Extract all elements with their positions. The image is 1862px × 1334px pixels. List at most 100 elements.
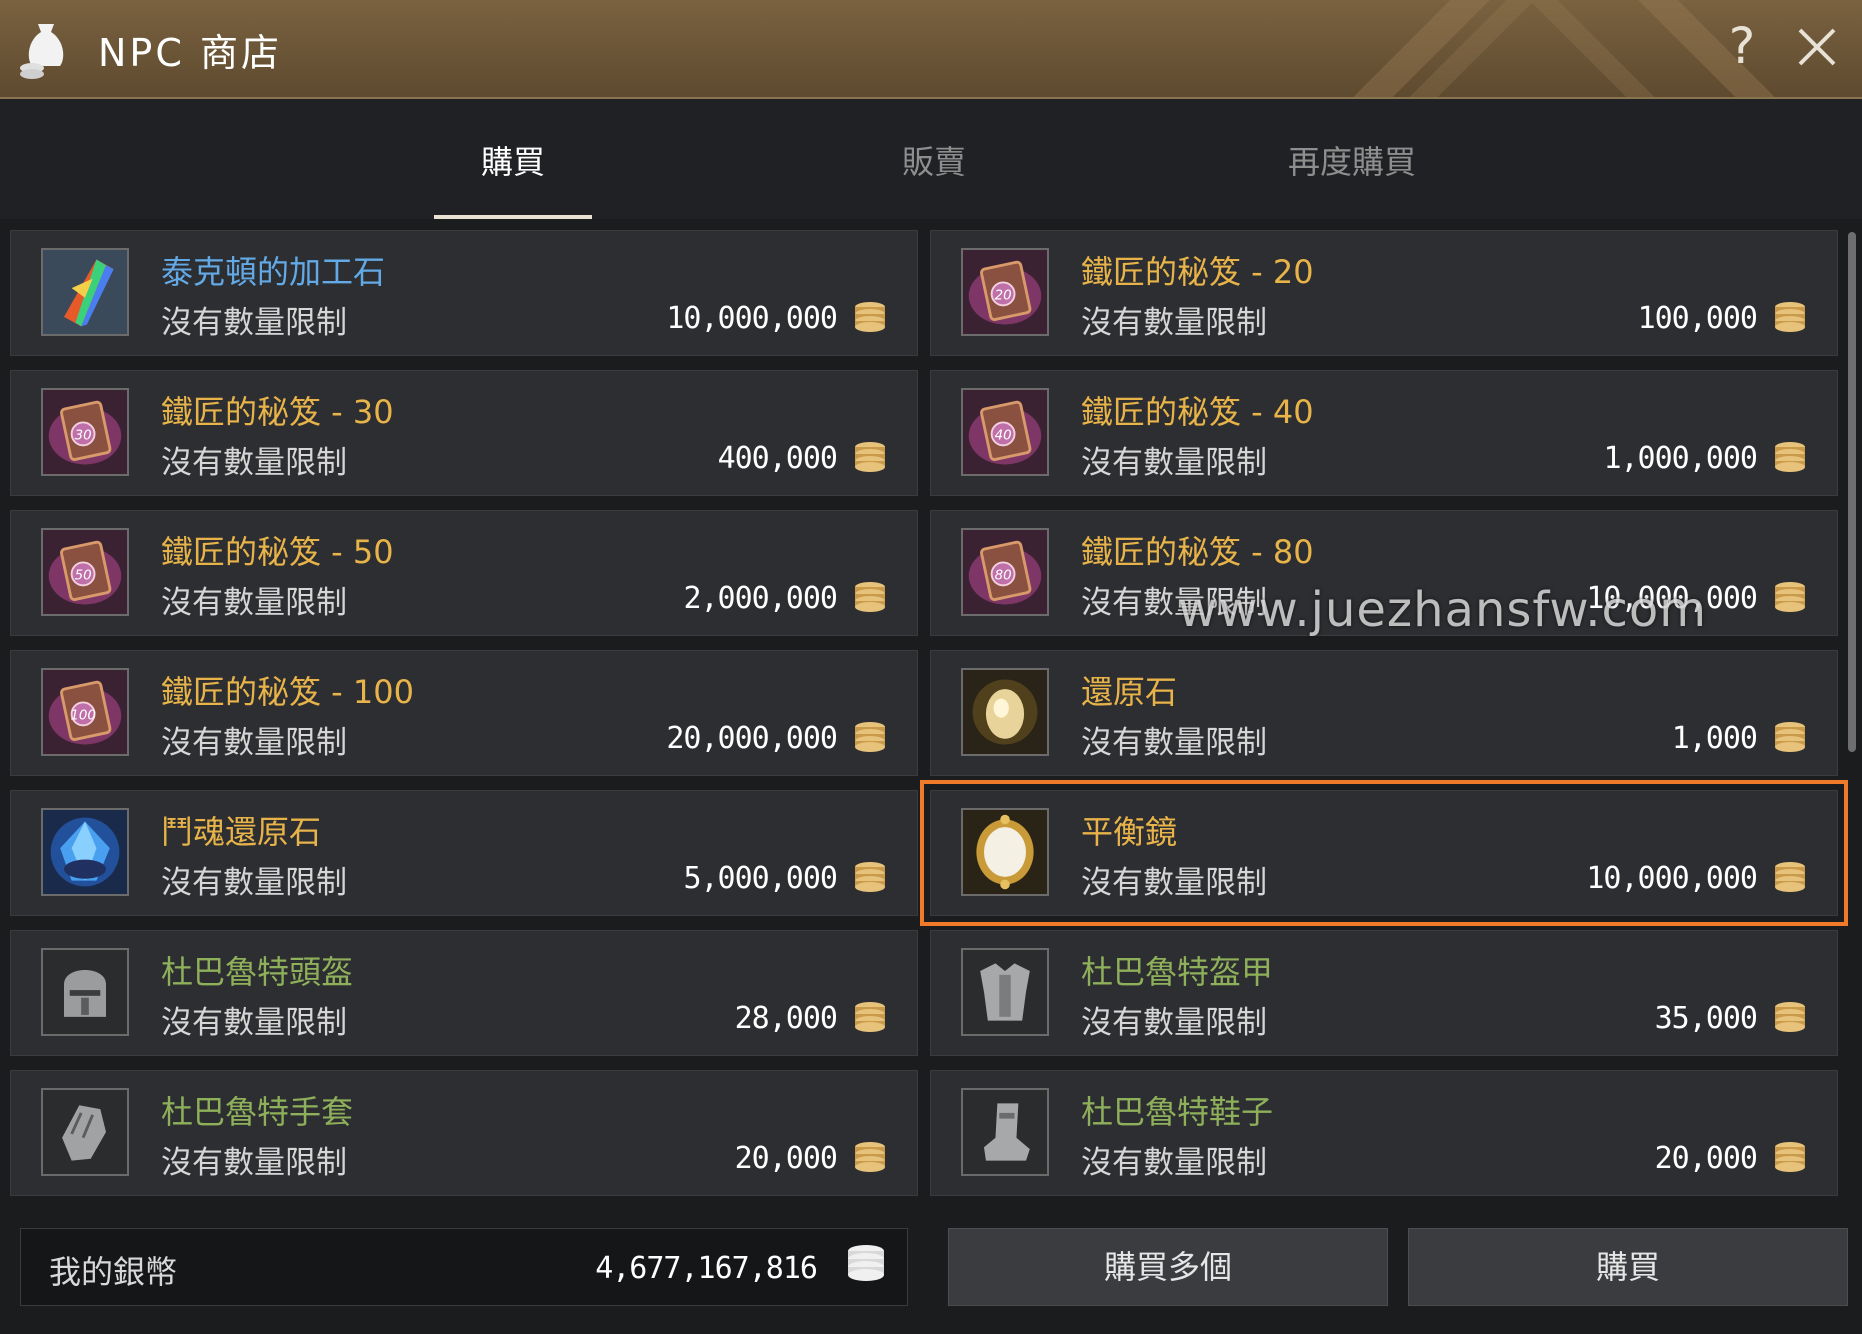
- shop-item[interactable]: 30 鐵匠的秘笈 - 30 沒有數量限制 400,000: [10, 370, 918, 496]
- item-limit: 沒有數量限制: [161, 305, 347, 341]
- item-name: 鐵匠的秘笈 - 50: [161, 533, 394, 571]
- mirror-icon: [961, 808, 1049, 896]
- coin-icon: [1773, 721, 1807, 753]
- blue-crystal-icon: [41, 808, 129, 896]
- buy-button[interactable]: 購買: [1408, 1228, 1848, 1306]
- silver-value: 4,677,167,816: [595, 1251, 818, 1286]
- armor-icon: [961, 948, 1049, 1036]
- item-price: 20,000: [734, 1141, 838, 1176]
- shop-item[interactable]: 50 鐵匠的秘笈 - 50 沒有數量限制 2,000,000: [10, 510, 918, 636]
- item-name: 鐵匠的秘笈 - 100: [161, 673, 414, 711]
- item-limit: 沒有數量限制: [161, 585, 347, 621]
- item-name: 杜巴魯特手套: [161, 1093, 354, 1131]
- svg-text:100: 100: [70, 709, 96, 724]
- item-price: 20,000: [1654, 1141, 1758, 1176]
- tab-bar: 購買 販賣 再度購買: [0, 99, 1862, 219]
- buy-multiple-button[interactable]: 購買多個: [948, 1228, 1388, 1306]
- item-name: 杜巴魯特頭盔: [161, 953, 354, 991]
- item-name: 鐵匠的秘笈 - 80: [1081, 533, 1314, 571]
- item-price: 28,000: [734, 1001, 838, 1036]
- money-bag-icon: [20, 24, 64, 79]
- coin-icon: [853, 301, 887, 333]
- item-limit: 沒有數量限制: [161, 1145, 347, 1181]
- shop-item[interactable]: 杜巴魯特盔甲 沒有數量限制 35,000: [930, 930, 1838, 1056]
- shop-item[interactable]: 40 鐵匠的秘笈 - 40 沒有數量限制 1,000,000: [930, 370, 1838, 496]
- item-price: 400,000: [717, 441, 838, 476]
- close-icon[interactable]: [1792, 22, 1842, 72]
- book-30-icon: 30: [41, 388, 129, 476]
- tab-buy[interactable]: 購買: [434, 137, 592, 219]
- item-price: 10,000,000: [1586, 861, 1758, 896]
- item-price: 5,000,000: [683, 861, 838, 896]
- item-price: 1,000,000: [1603, 441, 1758, 476]
- item-name: 鐵匠的秘笈 - 40: [1081, 393, 1314, 431]
- gloves-icon: [41, 1088, 129, 1176]
- svg-text:80: 80: [995, 569, 1012, 584]
- item-price: 1,000: [1671, 721, 1758, 756]
- shop-item[interactable]: 杜巴魯特鞋子 沒有數量限制 20,000: [930, 1070, 1838, 1196]
- shop-item[interactable]: 鬥魂還原石 沒有數量限制 5,000,000: [10, 790, 918, 916]
- coin-icon: [1773, 1141, 1807, 1173]
- title-bar: NPC 商店 ?: [0, 0, 1862, 99]
- coin-icon: [853, 441, 887, 473]
- window-title: NPC 商店: [98, 31, 282, 75]
- item-limit: 沒有數量限制: [161, 725, 347, 761]
- item-price: 100,000: [1637, 301, 1758, 336]
- item-limit: 沒有數量限制: [161, 445, 347, 481]
- item-limit: 沒有數量限制: [161, 1005, 347, 1041]
- item-name: 鐵匠的秘笈 - 30: [161, 393, 394, 431]
- boots-icon: [961, 1088, 1049, 1176]
- item-price: 10,000,000: [1586, 581, 1758, 616]
- shop-item[interactable]: 100 鐵匠的秘笈 - 100 沒有數量限制 20,000,000: [10, 650, 918, 776]
- tab-rebuy[interactable]: 再度購買: [1252, 137, 1452, 219]
- coin-icon: [1773, 581, 1807, 613]
- helmet-icon: [41, 948, 129, 1036]
- item-limit: 沒有數量限制: [161, 865, 347, 901]
- book-50-icon: 50: [41, 528, 129, 616]
- item-name: 杜巴魯特盔甲: [1081, 953, 1274, 991]
- silver-balance: 我的銀幣 4,677,167,816: [20, 1228, 908, 1306]
- scrollbar[interactable]: [1848, 232, 1856, 752]
- book-20-icon: 20: [961, 248, 1049, 336]
- restore-stone-icon: [961, 668, 1049, 756]
- silver-label: 我的銀幣: [49, 1253, 178, 1291]
- item-limit: 沒有數量限制: [1081, 865, 1267, 901]
- coin-icon: [853, 721, 887, 753]
- shop-item[interactable]: 泰克頓的加工石 沒有數量限制 10,000,000: [10, 230, 918, 356]
- coin-icon: [853, 1141, 887, 1173]
- item-limit: 沒有數量限制: [1081, 1005, 1267, 1041]
- coin-icon: [1773, 1001, 1807, 1033]
- item-price: 35,000: [1654, 1001, 1758, 1036]
- item-name: 鐵匠的秘笈 - 20: [1081, 253, 1314, 291]
- svg-text:20: 20: [995, 289, 1012, 304]
- item-price: 20,000,000: [666, 721, 838, 756]
- shop-item[interactable]: 平衡鏡沒有數量限制 10,000,000: [920, 780, 1848, 926]
- book-80-icon: 80: [961, 528, 1049, 616]
- item-name: 杜巴魯特鞋子: [1081, 1093, 1274, 1131]
- gem-crystal-icon: [41, 248, 129, 336]
- item-limit: 沒有數量限制: [1081, 725, 1267, 761]
- item-name: 平衡鏡: [1081, 813, 1178, 851]
- svg-text:50: 50: [75, 569, 92, 584]
- tab-sell[interactable]: 販賣: [855, 137, 1013, 219]
- shop-item[interactable]: 20 鐵匠的秘笈 - 20 沒有數量限制 100,000: [930, 230, 1838, 356]
- shop-item[interactable]: 杜巴魯特頭盔 沒有數量限制 28,000: [10, 930, 918, 1056]
- shop-item[interactable]: 80 鐵匠的秘笈 - 80 沒有數量限制 10,000,000: [930, 510, 1838, 636]
- item-name: 泰克頓的加工石: [161, 253, 386, 291]
- coin-icon: [1773, 861, 1807, 893]
- silver-coin-icon: [848, 1245, 884, 1281]
- item-limit: 沒有數量限制: [1081, 445, 1267, 481]
- coin-icon: [853, 1001, 887, 1033]
- shop-item[interactable]: 還原石沒有數量限制 1,000: [930, 650, 1838, 776]
- item-limit: 沒有數量限制: [1081, 585, 1267, 621]
- item-limit: 沒有數量限制: [1081, 305, 1267, 341]
- help-button[interactable]: ?: [1717, 16, 1767, 76]
- coin-icon: [1773, 441, 1807, 473]
- coin-icon: [1773, 301, 1807, 333]
- item-name: 還原石: [1081, 673, 1178, 711]
- item-grid: 泰克頓的加工石 沒有數量限制 10,000,000 20 鐵匠的秘笈 - 20 沒有數量限…: [10, 230, 1848, 1200]
- shop-item[interactable]: 杜巴魯特手套 沒有數量限制 20,000: [10, 1070, 918, 1196]
- svg-text:40: 40: [995, 429, 1012, 444]
- coin-icon: [853, 861, 887, 893]
- item-limit: 沒有數量限制: [1081, 1145, 1267, 1181]
